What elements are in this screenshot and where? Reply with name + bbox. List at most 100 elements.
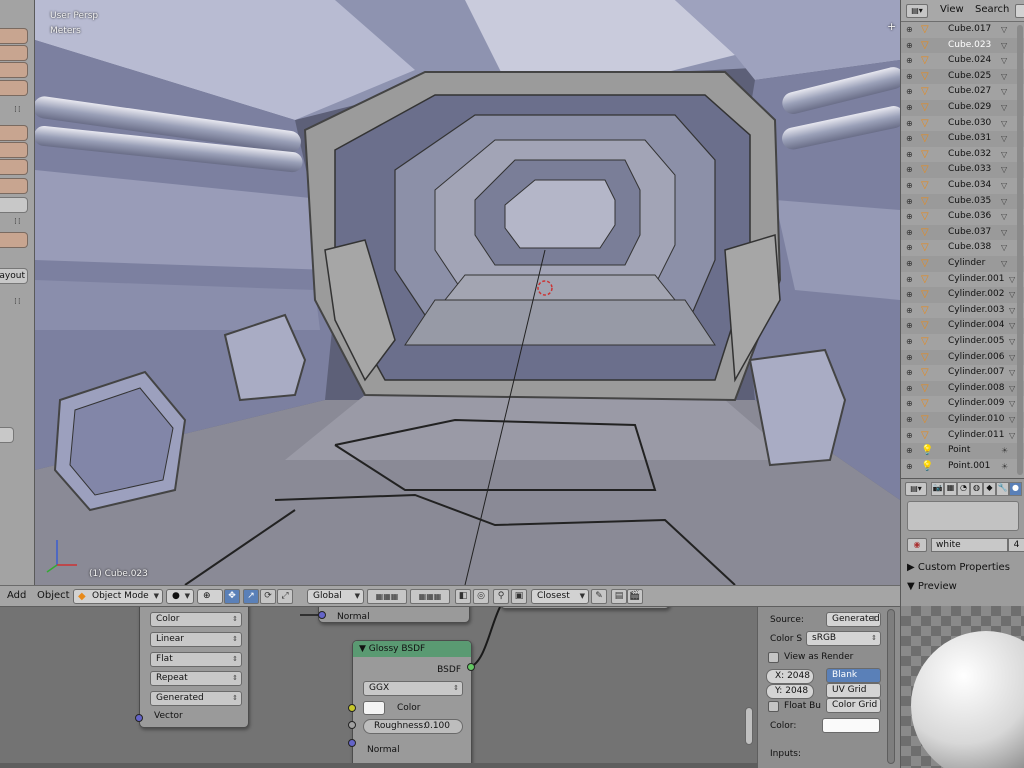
panel-grip-icon[interactable]: ⁞⁞ xyxy=(14,217,22,227)
lamp-data-icon[interactable]: ☀ xyxy=(1001,443,1008,458)
add-region-plus-icon[interactable]: + xyxy=(887,20,896,33)
expand-plus-icon[interactable]: ⊕ xyxy=(906,396,913,411)
width-field[interactable]: X: 2048 xyxy=(766,669,814,684)
search-menu[interactable]: Search xyxy=(975,4,1009,15)
editor-type-icon[interactable]: ▤▾ xyxy=(906,4,928,18)
expand-plus-icon[interactable]: ⊕ xyxy=(906,240,913,255)
expand-plus-icon[interactable]: ⊕ xyxy=(906,194,913,209)
mesh-data-icon[interactable]: ▽ xyxy=(1001,22,1007,37)
mesh-data-icon[interactable]: ▽ xyxy=(1009,350,1015,365)
glossy-node-header[interactable]: ▼ Glossy BSDF xyxy=(353,641,471,657)
expand-plus-icon[interactable]: ⊕ xyxy=(906,53,913,68)
scene-tab-icon[interactable]: ◔ xyxy=(957,482,970,496)
outliner-item[interactable]: ⊕ ▽ Cylinder ▽ xyxy=(901,256,1024,272)
outliner-item[interactable]: ⊕ ▽ Cube.033 ▽ xyxy=(901,162,1024,179)
orientation-selector[interactable]: Global ▼ xyxy=(307,589,364,604)
roughness-slider[interactable]: Roughness: 0.100 xyxy=(363,719,463,734)
outliner-item[interactable]: ⊕ ▽ Cylinder.011 ▽ xyxy=(901,428,1024,444)
mesh-data-icon[interactable]: ▽ xyxy=(1009,272,1015,287)
mesh-data-icon[interactable]: ▽ xyxy=(1001,225,1007,240)
expand-plus-icon[interactable]: ⊕ xyxy=(906,69,913,84)
align-rotation-icon[interactable]: ✎ xyxy=(591,589,607,604)
tool-dropdown[interactable] xyxy=(0,427,14,443)
layer-buttons[interactable]: ▦▦▦ xyxy=(367,589,407,604)
float-buffer-checkbox[interactable] xyxy=(768,701,779,712)
mesh-data-icon[interactable]: ▽ xyxy=(1001,84,1007,99)
expand-plus-icon[interactable]: ⊕ xyxy=(906,209,913,224)
expand-plus-icon[interactable]: ⊕ xyxy=(906,84,913,99)
material-users-count[interactable]: 4 xyxy=(1008,538,1024,552)
viewport-shading-selector[interactable]: ● ▼ xyxy=(166,589,194,604)
panel-scrollbar[interactable] xyxy=(887,609,895,764)
outliner-item[interactable]: ⊕ ▽ Cube.023 ▽ xyxy=(901,37,1024,54)
tool-dropdown[interactable] xyxy=(0,197,28,213)
expand-plus-icon[interactable]: ⊕ xyxy=(906,256,913,271)
outliner-item[interactable]: ⊕ ▽ Cylinder.005 ▽ xyxy=(901,334,1024,350)
tool-button[interactable] xyxy=(0,125,28,141)
preview-panel-header[interactable]: ▼ Preview xyxy=(907,581,957,592)
tool-button[interactable] xyxy=(0,45,28,61)
expand-plus-icon[interactable]: ⊕ xyxy=(906,412,913,427)
source-field[interactable]: Generated ⇕ xyxy=(150,691,242,706)
mesh-data-icon[interactable]: ▽ xyxy=(1001,240,1007,255)
image-texture-node[interactable]: Color ⇕ Linear ⇕ Flat ⇕ Repeat ⇕ Generated ⇕ … xyxy=(139,607,249,728)
object-tab-icon[interactable]: ◆ xyxy=(983,482,996,496)
mesh-data-icon[interactable]: ▽ xyxy=(1009,412,1015,427)
mesh-data-icon[interactable]: ▽ xyxy=(1001,147,1007,162)
mesh-data-icon[interactable]: ▽ xyxy=(1009,287,1015,302)
expand-plus-icon[interactable]: ⊕ xyxy=(906,381,913,396)
outliner-item[interactable]: ⊕ ▽ Cube.038 ▽ xyxy=(901,240,1024,256)
expand-plus-icon[interactable]: ⊕ xyxy=(906,428,913,443)
layers-tab-icon[interactable]: ▦ xyxy=(944,482,957,496)
distribution-select[interactable]: GGX ⇕ xyxy=(363,681,463,696)
outliner-item[interactable]: ⊕ ▽ Cube.034 ▽ xyxy=(901,178,1024,194)
mesh-data-icon[interactable]: ▽ xyxy=(1001,53,1007,68)
outliner-item[interactable]: ⊕ ▽ Cylinder.006 ▽ xyxy=(901,349,1024,366)
normal-input-socket[interactable] xyxy=(348,739,356,747)
outliner-item[interactable]: ⊕ ▽ Cube.024 ▽ xyxy=(901,53,1024,69)
outliner-item[interactable]: ⊕ ▽ Cube.031 ▽ xyxy=(901,131,1024,147)
tool-button[interactable] xyxy=(0,159,28,175)
mesh-data-icon[interactable]: ▽ xyxy=(1001,69,1007,84)
tool-button[interactable] xyxy=(0,142,28,158)
pivot-selector[interactable]: ⊕ xyxy=(197,589,223,604)
extension-field[interactable]: Repeat ⇕ xyxy=(150,671,242,686)
outliner-item[interactable]: ⊕ 💡 Point ☀ xyxy=(901,443,1024,459)
panel-grip-icon[interactable]: ⁞⁞ xyxy=(14,105,22,115)
mesh-data-icon[interactable]: ▽ xyxy=(1009,428,1015,443)
outliner-item[interactable]: ⊕ 💡 Point.001 ☀ xyxy=(901,459,1024,475)
mesh-data-icon[interactable]: ▽ xyxy=(1001,38,1007,53)
view-menu[interactable]: View xyxy=(940,4,964,15)
mesh-data-icon[interactable]: ▽ xyxy=(1001,162,1007,177)
expand-plus-icon[interactable]: ⊕ xyxy=(906,272,913,287)
roughness-input-socket[interactable] xyxy=(348,721,356,729)
object-menu[interactable]: Object xyxy=(37,590,70,601)
tool-button[interactable] xyxy=(0,62,28,78)
mesh-data-icon[interactable]: ▽ xyxy=(1001,131,1007,146)
projection-field[interactable]: Flat ⇕ xyxy=(150,652,242,667)
mesh-data-icon[interactable]: ▽ xyxy=(1001,194,1007,209)
type-color-grid[interactable]: Color Grid xyxy=(826,698,881,713)
display-mode-selector[interactable] xyxy=(1015,4,1024,18)
mesh-data-icon[interactable]: ▽ xyxy=(1001,100,1007,115)
material-slot-list[interactable] xyxy=(907,501,1019,531)
world-tab-icon[interactable]: ◍ xyxy=(970,482,983,496)
mesh-data-icon[interactable]: ▽ xyxy=(1009,381,1015,396)
mesh-data-icon[interactable]: ▽ xyxy=(1001,209,1007,224)
height-field[interactable]: Y: 2048 xyxy=(766,684,814,699)
mesh-data-icon[interactable]: ▽ xyxy=(1009,303,1015,318)
interpolation-field[interactable]: Linear ⇕ xyxy=(150,632,242,647)
expand-plus-icon[interactable]: ⊕ xyxy=(906,303,913,318)
outliner-item[interactable]: ⊕ ▽ Cube.036 ▽ xyxy=(901,209,1024,225)
mesh-data-icon[interactable]: ▽ xyxy=(1001,256,1007,271)
lamp-data-icon[interactable]: ☀ xyxy=(1001,459,1008,474)
scale-manipulator-icon[interactable]: ⤢ xyxy=(277,589,293,604)
outliner-item[interactable]: ⊕ ▽ Cube.035 ▽ xyxy=(901,193,1024,210)
mesh-data-icon[interactable]: ▽ xyxy=(1009,318,1015,333)
tool-button[interactable] xyxy=(0,232,28,248)
shader-node-partial[interactable] xyxy=(500,607,670,609)
3d-viewport[interactable]: User Persp Meters (1) Cube.023 + xyxy=(35,0,900,585)
expand-plus-icon[interactable]: ⊕ xyxy=(906,131,913,146)
vector-input-socket[interactable] xyxy=(135,714,143,722)
outliner-item[interactable]: ⊕ ▽ Cylinder.008 ▽ xyxy=(901,380,1024,397)
